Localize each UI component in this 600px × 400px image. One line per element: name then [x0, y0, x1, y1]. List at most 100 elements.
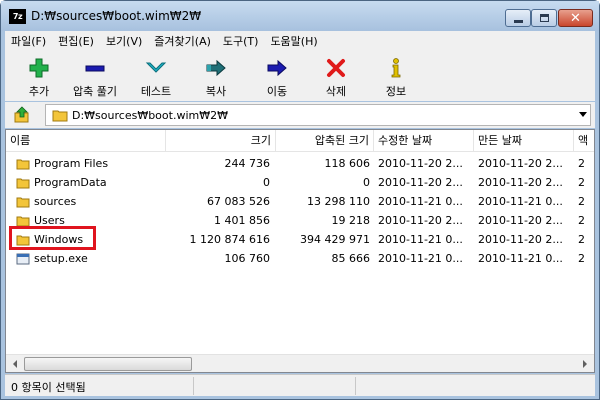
file-accessed: 2 — [578, 233, 585, 246]
file-list: 이름 크기 압축된 크기 수정한 날짜 만든 날짜 액 Program File… — [5, 129, 595, 373]
column-created[interactable]: 만든 날짜 — [474, 130, 574, 152]
app-logo-icon: 7z — [9, 9, 26, 24]
file-packed-size: 118 606 — [324, 157, 371, 170]
file-size: 1 120 874 616 — [189, 233, 270, 246]
minimize-button[interactable] — [505, 9, 531, 27]
info-button[interactable]: 정보 — [366, 53, 426, 99]
toolbar: 추가 압축 풀기 테스트 복사 이동 삭제 정보 — [5, 51, 595, 101]
info-button-label: 정보 — [385, 85, 407, 98]
close-icon: ✕ — [570, 10, 581, 26]
column-name[interactable]: 이름 — [6, 130, 166, 152]
file-created: 2010-11-20 2... — [478, 176, 563, 189]
file-name: ProgramData — [34, 176, 107, 189]
file-created: 2010-11-21 0... — [478, 252, 563, 265]
file-size: 244 736 — [224, 157, 271, 170]
folder-icon — [16, 178, 30, 188]
menu-help[interactable]: 도움말(H) — [264, 33, 323, 49]
file-size: 106 760 — [224, 252, 271, 265]
file-name: setup.exe — [34, 252, 88, 265]
maximize-button[interactable] — [531, 9, 557, 27]
file-modified: 2010-11-20 2... — [378, 176, 463, 189]
file-created: 2010-11-20 2... — [478, 214, 563, 227]
test-button-label: 테스트 — [140, 85, 172, 98]
delete-button-label: 삭제 — [325, 85, 347, 98]
column-size[interactable]: 크기 — [166, 130, 276, 152]
column-packed-size[interactable]: 압축된 크기 — [276, 130, 374, 152]
file-modified: 2010-11-20 2... — [378, 157, 463, 170]
file-created: 2010-11-20 2... — [478, 157, 563, 170]
file-accessed: 2 — [578, 195, 585, 208]
copy-icon — [206, 59, 226, 77]
file-accessed: 2 — [578, 176, 585, 189]
menu-edit[interactable]: 편집(E) — [52, 33, 100, 49]
close-button[interactable]: ✕ — [558, 9, 593, 27]
test-icon — [145, 62, 167, 73]
address-dropdown-icon[interactable] — [579, 112, 587, 117]
copy-button[interactable]: 복사 — [186, 53, 246, 99]
file-packed-size: 19 218 — [331, 214, 371, 227]
folder-icon — [16, 159, 30, 169]
file-name-cell: ProgramData — [16, 173, 164, 192]
status-divider — [355, 377, 356, 395]
file-name-cell: Program Files — [16, 154, 164, 173]
menu-view[interactable]: 보기(V) — [100, 33, 148, 49]
file-size: 1 401 856 — [214, 214, 270, 227]
table-row[interactable]: sources 67 083 526 13 298 110 2010-11-21 0.… — [6, 192, 594, 211]
scroll-left-button[interactable] — [6, 355, 23, 372]
table-row[interactable]: setup.exe 106 760 85 666 2010-11-21 0... 201… — [6, 249, 594, 268]
add-button-label: 추가 — [28, 85, 50, 98]
file-created: 2010-11-21 0... — [478, 195, 563, 208]
move-button[interactable]: 이동 — [247, 53, 307, 99]
file-name: Program Files — [34, 157, 109, 170]
extract-button-label: 압축 풀기 — [73, 85, 117, 98]
address-bar: D:₩sources₩boot.wim₩2₩ — [5, 102, 595, 128]
folder-icon — [16, 197, 30, 207]
menu-tools[interactable]: 도구(T) — [217, 33, 265, 49]
window-title: D:₩sources₩boot.wim₩2₩ — [31, 9, 202, 23]
column-modified[interactable]: 수정한 날짜 — [374, 130, 474, 152]
exe-file-icon — [16, 253, 30, 264]
move-button-label: 이동 — [266, 85, 288, 98]
file-accessed: 2 — [578, 214, 585, 227]
table-row[interactable]: Program Files 244 736 118 606 2010-11-20 2.… — [6, 154, 594, 173]
minimize-icon — [513, 19, 523, 23]
file-accessed: 2 — [578, 252, 585, 265]
scroll-right-button[interactable] — [576, 355, 593, 372]
file-modified: 2010-11-21 0... — [378, 195, 463, 208]
add-button[interactable]: 추가 — [9, 53, 69, 99]
menu-favorites[interactable]: 즐겨찾기(A) — [148, 33, 217, 49]
status-bar: 0 항목이 선택됨 — [5, 374, 595, 396]
table-row[interactable]: ProgramData 0 0 2010-11-20 2... 2010-11-20 2… — [6, 173, 594, 192]
menu-bar: 파일(F) 편집(E) 보기(V) 즐겨찾기(A) 도구(T) 도움말(H) — [5, 31, 595, 51]
extract-icon — [85, 65, 105, 72]
up-folder-icon[interactable] — [13, 106, 31, 124]
file-name-cell: sources — [16, 192, 164, 211]
extract-button[interactable]: 압축 풀기 — [65, 53, 125, 99]
file-accessed: 2 — [578, 157, 585, 170]
folder-icon — [52, 110, 68, 122]
menu-file[interactable]: 파일(F) — [5, 33, 52, 49]
file-packed-size: 13 298 110 — [307, 195, 370, 208]
column-accessed[interactable]: 액 — [574, 130, 594, 152]
file-packed-size: 85 666 — [331, 252, 371, 265]
column-header-row: 이름 크기 압축된 크기 수정한 날짜 만든 날짜 액 — [6, 130, 594, 152]
file-size: 67 083 526 — [207, 195, 270, 208]
test-button[interactable]: 테스트 — [126, 53, 186, 99]
copy-button-label: 복사 — [205, 85, 227, 98]
move-icon — [267, 59, 287, 77]
info-icon — [391, 58, 401, 78]
windows-highlight-box — [9, 226, 96, 250]
scroll-thumb[interactable] — [24, 357, 192, 371]
address-field[interactable]: D:₩sources₩boot.wim₩2₩ — [45, 104, 591, 126]
file-name: sources — [34, 195, 77, 208]
file-modified: 2010-11-21 0... — [378, 233, 463, 246]
horizontal-scrollbar[interactable] — [6, 354, 594, 372]
arrow-right-icon — [582, 359, 587, 368]
file-name-cell: setup.exe — [16, 249, 164, 268]
file-packed-size: 0 — [363, 176, 370, 189]
file-modified: 2010-11-21 0... — [378, 252, 463, 265]
delete-button[interactable]: 삭제 — [306, 53, 366, 99]
title-bar[interactable]: 7z D:₩sources₩boot.wim₩2₩ ✕ — [1, 1, 599, 31]
add-icon — [29, 58, 49, 78]
file-modified: 2010-11-20 2... — [378, 214, 463, 227]
